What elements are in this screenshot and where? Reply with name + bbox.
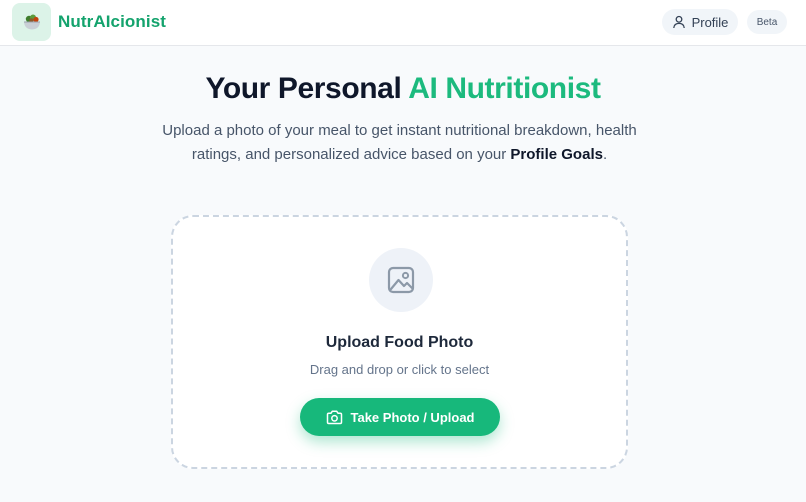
page-title: Your Personal AI Nutritionist [0, 72, 806, 106]
take-photo-upload-button[interactable]: Take Photo / Upload [300, 398, 500, 436]
profile-label: Profile [691, 14, 729, 30]
upload-hint: Drag and drop or click to select [309, 362, 490, 377]
title-accent: AI Nutritionist [408, 72, 601, 105]
camera-icon [326, 410, 342, 424]
page-subtitle: Upload a photo of your meal to get insta… [143, 119, 656, 167]
beta-badge: Beta [747, 10, 787, 34]
profile-goals-emphasis: Profile Goals [510, 146, 603, 163]
top-bar: NutrAIcionist Profile Beta [0, 0, 806, 46]
title-main: Your Personal [205, 72, 409, 105]
subtitle-end: . [602, 146, 608, 163]
user-icon [672, 15, 685, 29]
image-icon-circle [369, 248, 433, 312]
upload-title: Upload Food Photo [325, 334, 474, 351]
upload-dropzone[interactable]: Upload Food Photo Drag and drop or click… [171, 215, 628, 469]
profile-button[interactable]: Profile [662, 9, 738, 35]
logo[interactable] [12, 3, 51, 41]
salad-bowl-icon [23, 14, 40, 30]
brand-name[interactable]: NutrAIcionist [58, 12, 166, 32]
upload-button-label: Take Photo / Upload [350, 409, 475, 425]
image-icon [387, 266, 415, 294]
